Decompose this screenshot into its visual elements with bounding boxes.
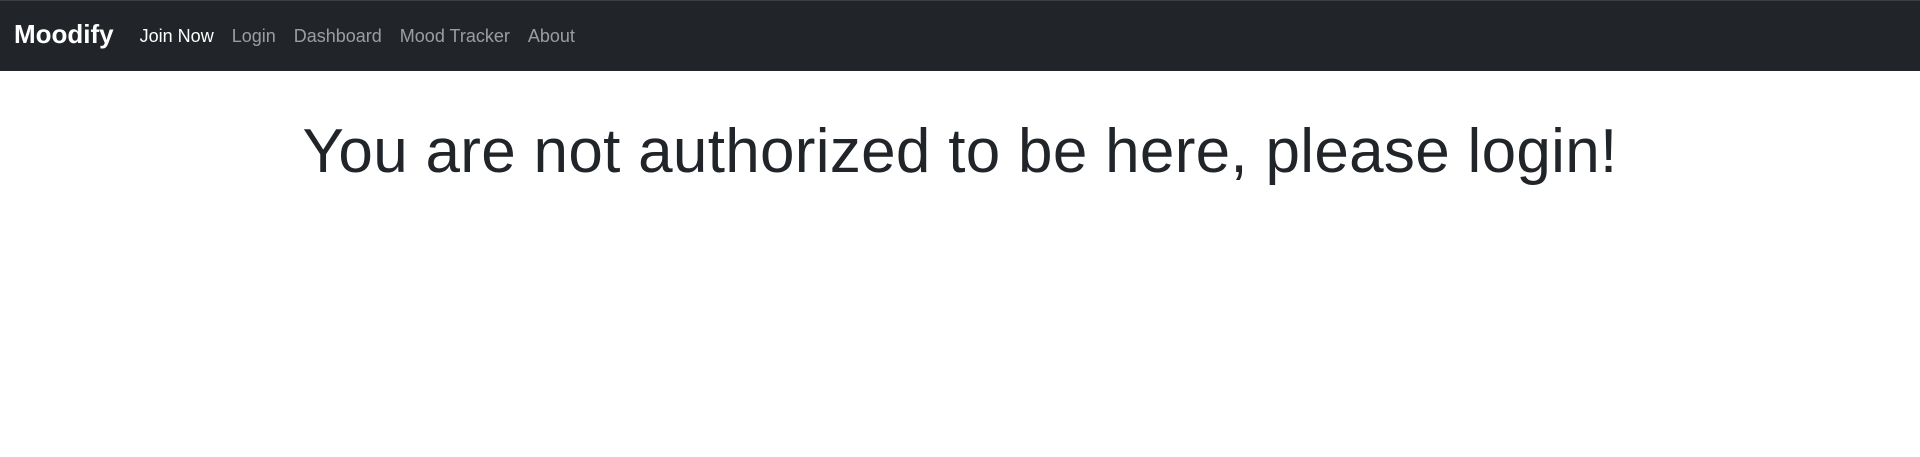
nav-link-about[interactable]: About — [528, 27, 575, 45]
brand-logo[interactable]: Moodify — [14, 21, 114, 47]
nav-link-dashboard[interactable]: Dashboard — [294, 27, 382, 45]
nav-links: Join Now Login Dashboard Mood Tracker Ab… — [140, 27, 593, 45]
unauthorized-message: You are not authorized to be here, pleas… — [302, 117, 1618, 186]
top-navbar: Moodify Join Now Login Dashboard Mood Tr… — [0, 0, 1920, 71]
nav-link-join-now[interactable]: Join Now — [140, 27, 214, 45]
nav-link-login[interactable]: Login — [232, 27, 276, 45]
main-content: You are not authorized to be here, pleas… — [0, 71, 1920, 457]
nav-link-mood-tracker[interactable]: Mood Tracker — [400, 27, 510, 45]
